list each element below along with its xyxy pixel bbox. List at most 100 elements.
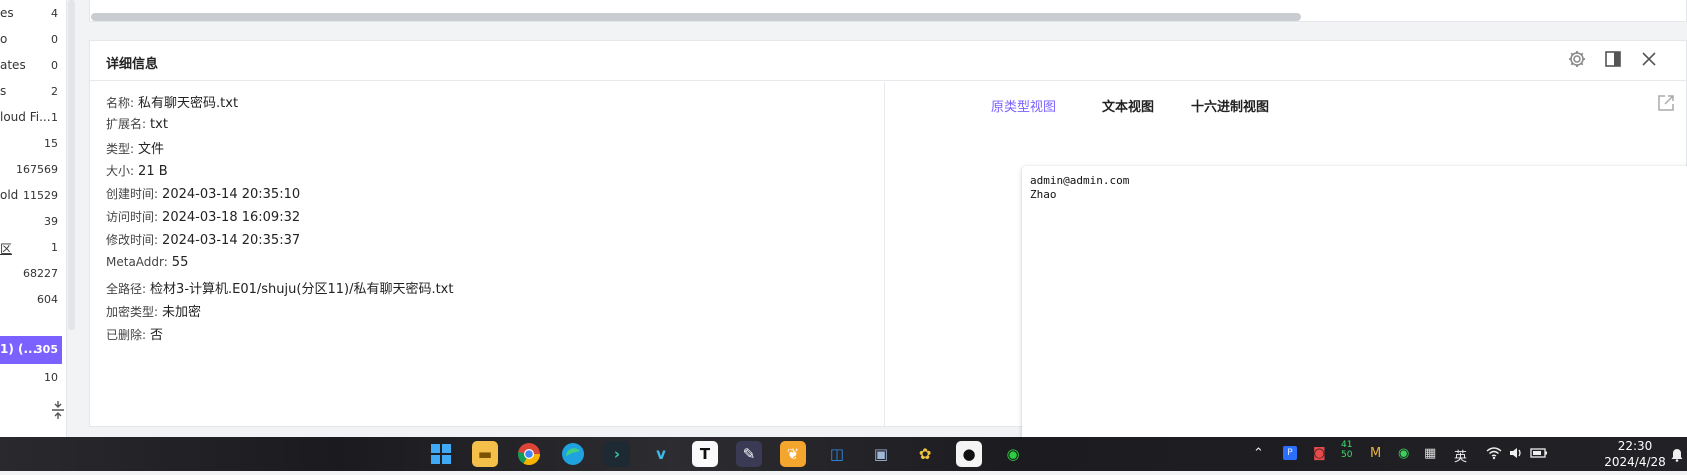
feather-icon[interactable]: ✎ <box>736 441 762 467</box>
sidebar-item-label: loud Fi... <box>0 110 51 124</box>
volume-icon[interactable] <box>1508 446 1524 464</box>
clock[interactable]: 22:30 2024/4/28 <box>1600 438 1670 470</box>
sidebar-item[interactable]: 10 <box>0 364 62 392</box>
prop-value: 2024-03-14 20:35:10 <box>162 187 301 202</box>
terminal-icon[interactable]: › <box>604 441 630 467</box>
sidebar-item[interactable]: es 4 <box>0 0 62 28</box>
prop-value: 2024-03-14 20:35:37 <box>162 233 301 248</box>
prop-value: 未加密 <box>162 305 202 320</box>
horizontal-scrollbar[interactable] <box>91 13 1301 21</box>
prop-row: 名称: 私有聊天密码.txt <box>106 92 238 111</box>
prop-row: 扩展名: txt <box>106 115 168 132</box>
sidebar-item[interactable]: ates 0 <box>0 52 62 80</box>
taskbar: ▬ › v T ✎ ❦ ◫ ▣ ✿ ● ◉ ⌃ P ◙ 41 50 M ◉ ▦ … <box>0 437 1687 471</box>
clock-date: 2024/4/28 <box>1604 455 1666 469</box>
sidebar-item[interactable]: 604 <box>0 286 62 314</box>
sidebar-item[interactable]: 167569 <box>0 156 62 184</box>
properties-pane: 名称: 私有聊天密码.txt 扩展名: txt 类型: 文件 大小: 21 B 创建时间… <box>90 82 885 428</box>
prop-key: 类型: <box>106 142 135 156</box>
prop-row: 类型: 文件 <box>106 138 164 157</box>
sidebar-item-selected[interactable]: 1) (... 305 <box>0 336 62 364</box>
sidebar-item-count: 10 <box>44 371 58 384</box>
external-link-icon[interactable] <box>1656 93 1676 118</box>
paw-icon[interactable]: ✿ <box>912 441 938 467</box>
prop-value: 21 B <box>138 164 168 179</box>
prop-row: 已删除: 否 <box>106 324 163 343</box>
qq-icon[interactable]: ● <box>956 441 982 467</box>
detail-header: 详细信息 <box>90 41 1686 81</box>
sidebar-item-label: s <box>0 84 7 98</box>
close-icon[interactable] <box>1638 49 1660 71</box>
sidebar-item[interactable]: o0 <box>0 26 62 54</box>
detail-title: 详细信息 <box>106 57 159 72</box>
sidebar-item-label: es <box>0 6 14 20</box>
chevron-up-icon[interactable]: ⌃ <box>1253 446 1264 461</box>
prop-row: 访问时间: 2024-03-18 16:09:32 <box>106 208 300 225</box>
wechat-icon[interactable]: ◉ <box>1000 441 1026 467</box>
windows-start-icon[interactable] <box>428 441 454 467</box>
wifi-icon[interactable] <box>1486 446 1502 464</box>
prop-key: 大小: <box>106 164 135 178</box>
sidebar-item[interactable]: s2 <box>0 78 62 106</box>
chrome-icon[interactable] <box>516 441 542 467</box>
prop-key: 全路径: <box>106 282 147 296</box>
sidebar-item[interactable]: old 11529 <box>0 182 62 210</box>
sidebar-item[interactable]: 区1 <box>0 234 62 262</box>
collapse-vertical-icon[interactable] <box>50 400 66 420</box>
prop-row: MetaAddr: 55 <box>106 255 188 270</box>
edge-icon[interactable] <box>560 441 586 467</box>
split-panel-icon[interactable] <box>1602 49 1624 71</box>
sidebar-item[interactable]: 68227 <box>0 260 62 288</box>
sidebar-item-count: 305 <box>35 343 58 356</box>
tab-text-view[interactable]: 文本视图 <box>1102 96 1154 115</box>
prop-key: 访问时间: <box>106 210 159 224</box>
sidebar-item-count: 1 <box>51 241 58 254</box>
gear-icon[interactable] <box>1566 49 1588 71</box>
detail-panel: 详细信息 名称: 私有聊天密码.txt 扩展名: txt 类型: 文件 大小: 21 B… <box>89 40 1687 451</box>
notification-bell-icon[interactable] <box>1670 446 1684 466</box>
prop-value: 检材3-计算机.E01/shuju(分区11)/私有聊天密码.txt <box>150 282 454 297</box>
prop-value: 私有聊天密码.txt <box>138 96 239 111</box>
content-line: Zhao <box>1030 188 1057 201</box>
sidebar-item-label: 区 <box>0 242 13 256</box>
sidebar-item[interactable]: 15 <box>0 130 62 158</box>
gmail-icon[interactable]: M <box>1370 446 1381 461</box>
content-line: admin@admin.com <box>1030 174 1130 187</box>
sidebar-item[interactable]: 39 <box>0 208 62 236</box>
prop-row: 修改时间: 2024-03-14 20:35:37 <box>106 231 300 248</box>
prop-key: 已删除: <box>106 328 147 342</box>
leaf-icon[interactable]: ❦ <box>780 441 806 467</box>
ime-indicator[interactable]: 英 <box>1454 446 1467 465</box>
sidebar-scrollbar[interactable] <box>68 0 75 330</box>
tray-record-icon[interactable]: ◙ <box>1313 446 1326 461</box>
prop-key: MetaAddr: <box>106 255 168 269</box>
vk-icon[interactable]: v <box>648 441 674 467</box>
battery-icon[interactable] <box>1530 446 1548 464</box>
prop-key: 修改时间: <box>106 233 159 247</box>
prop-key: 创建时间: <box>106 187 159 201</box>
sidebar-item-count: 1 <box>51 111 58 124</box>
file-explorer-icon[interactable]: ▬ <box>472 441 498 467</box>
sidebar-item[interactable]: loud Fi... 1 <box>0 104 62 132</box>
sidebar-item-count: 15 <box>44 137 58 150</box>
prop-value: 文件 <box>138 142 165 157</box>
sidebar-item-count: 39 <box>44 215 58 228</box>
prop-value: txt <box>150 117 168 132</box>
typora-icon[interactable]: T <box>692 441 718 467</box>
sidebar-item-label: o <box>0 32 8 46</box>
sidebar-item-label: old <box>0 188 19 202</box>
tab-original-view[interactable]: 原类型视图 <box>991 96 1056 115</box>
sidebar-item-count: 167569 <box>16 163 58 176</box>
text-content-box[interactable]: admin@admin.com Zhao <box>1022 166 1687 451</box>
prop-row: 加密类型: 未加密 <box>106 301 201 320</box>
prop-value: 否 <box>150 328 164 343</box>
prop-key: 扩展名: <box>106 117 147 131</box>
prop-row: 大小: 21 B <box>106 162 168 179</box>
tab-hex-view[interactable]: 十六进制视图 <box>1191 96 1269 115</box>
box-icon[interactable]: ◫ <box>824 441 850 467</box>
tray-app2-icon[interactable]: ▦ <box>1424 446 1436 461</box>
tray-app-icon[interactable]: P <box>1283 446 1297 460</box>
monitor-icon[interactable]: ▣ <box>868 441 894 467</box>
prop-key: 名称: <box>106 96 135 110</box>
wechat-tray-icon[interactable]: ◉ <box>1398 446 1409 461</box>
